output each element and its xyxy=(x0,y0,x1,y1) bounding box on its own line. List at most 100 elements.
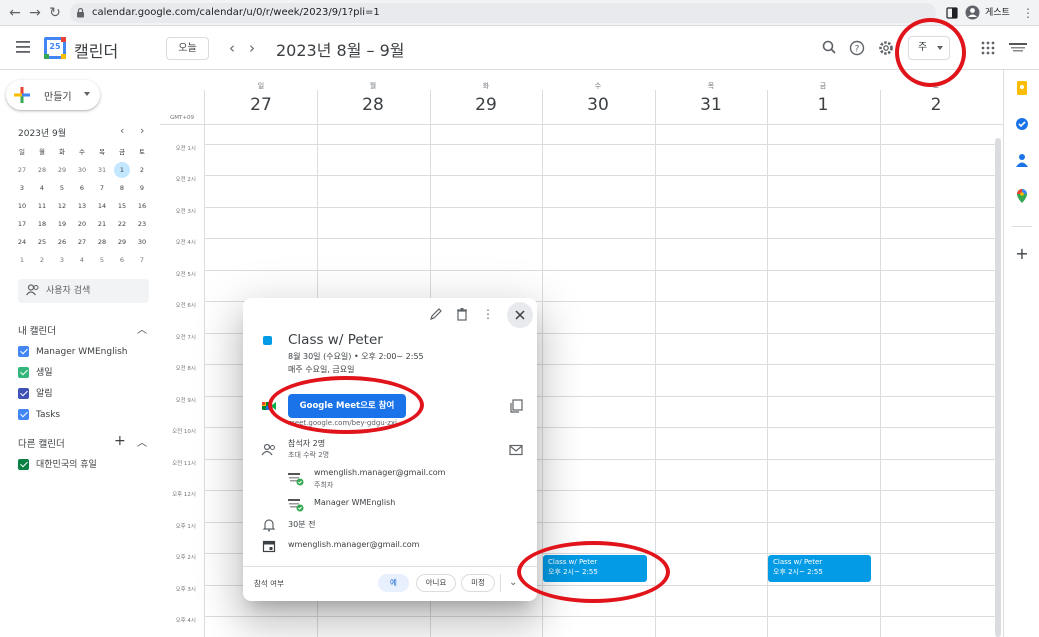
mini-date-cell[interactable]: 11 xyxy=(32,198,52,214)
keep-icon[interactable] xyxy=(1014,80,1030,96)
day-number[interactable]: 1 xyxy=(767,95,879,115)
mini-date-cell[interactable]: 26 xyxy=(52,234,72,250)
close-button[interactable] xyxy=(507,302,533,328)
mini-date-cell[interactable]: 1 xyxy=(12,252,32,268)
help-icon[interactable]: ? xyxy=(847,38,867,58)
day-number[interactable]: 29 xyxy=(430,95,542,115)
mini-date-cell[interactable]: 27 xyxy=(72,234,92,250)
sidepanel-icon[interactable] xyxy=(946,7,958,19)
grid-scrollbar[interactable] xyxy=(995,138,1001,637)
mini-next-chevron-icon[interactable]: › xyxy=(140,124,144,137)
checkbox[interactable] xyxy=(18,459,29,470)
mini-date-cell[interactable]: 14 xyxy=(92,198,112,214)
profile-avatar-icon[interactable] xyxy=(965,5,980,20)
mini-date-cell[interactable]: 9 xyxy=(132,180,152,196)
mini-date-cell[interactable]: 5 xyxy=(52,180,72,196)
next-week-chevron-icon[interactable]: › xyxy=(245,39,259,57)
address-bar[interactable]: calendar.google.com/calendar/u/0/r/week/… xyxy=(70,3,936,23)
contacts-icon[interactable] xyxy=(1014,152,1030,168)
rsvp-maybe-button[interactable]: 미정 xyxy=(461,574,495,592)
reload-icon[interactable]: ↻ xyxy=(46,4,64,22)
rsvp-no-button[interactable]: 아니요 xyxy=(416,574,456,592)
prev-week-chevron-icon[interactable]: ‹ xyxy=(225,39,239,57)
mini-date-cell[interactable]: 8 xyxy=(112,180,132,196)
collapse-chevron-icon[interactable]: ︿ xyxy=(137,434,147,449)
my-calendars-title[interactable]: 내 캘린더 xyxy=(18,323,56,337)
day-number[interactable]: 2 xyxy=(880,95,992,115)
mini-date-cell[interactable]: 31 xyxy=(92,162,112,178)
mini-date-cell[interactable]: 23 xyxy=(132,216,152,232)
mini-date-cell[interactable]: 28 xyxy=(92,234,112,250)
mini-date-cell[interactable]: 5 xyxy=(92,252,112,268)
delete-trash-icon[interactable] xyxy=(454,306,470,322)
maps-icon[interactable] xyxy=(1014,188,1030,204)
mini-date-cell[interactable]: 28 xyxy=(32,162,52,178)
mini-date-cell[interactable]: 1 xyxy=(114,162,130,178)
search-icon[interactable] xyxy=(820,38,840,58)
more-options-icon[interactable]: ⋮ xyxy=(480,306,496,322)
calendar-logo-icon[interactable]: 25 xyxy=(44,37,66,59)
copy-icon[interactable] xyxy=(508,398,524,414)
mini-date-cell[interactable]: 2 xyxy=(32,252,52,268)
mini-date-cell[interactable]: 18 xyxy=(32,216,52,232)
settings-gear-icon[interactable] xyxy=(876,38,896,58)
mini-date-cell[interactable]: 7 xyxy=(92,180,112,196)
checkbox[interactable] xyxy=(18,388,29,399)
mini-date-cell[interactable]: 29 xyxy=(112,234,132,250)
mini-date-cell[interactable]: 19 xyxy=(52,216,72,232)
mini-date-cell[interactable]: 4 xyxy=(32,180,52,196)
mini-date-cell[interactable]: 29 xyxy=(52,162,72,178)
collapse-chevron-icon[interactable]: ︿ xyxy=(137,321,147,336)
profile-label[interactable]: 게스트 xyxy=(985,4,1010,22)
mini-date-cell[interactable]: 12 xyxy=(52,198,72,214)
other-calendars-title[interactable]: 다른 캘린더 xyxy=(18,436,65,450)
checkbox[interactable] xyxy=(18,346,29,357)
event-chip[interactable]: Class w/ Peter 오후 2시~ 2:55 xyxy=(768,555,871,582)
mini-prev-chevron-icon[interactable]: ‹ xyxy=(120,124,124,137)
day-number[interactable]: 31 xyxy=(655,95,767,115)
email-guests-icon[interactable] xyxy=(508,442,524,458)
apps-grid-icon[interactable] xyxy=(978,38,998,58)
day-number[interactable]: 30 xyxy=(542,95,654,115)
mini-date-cell[interactable]: 6 xyxy=(72,180,92,196)
back-icon[interactable]: ← xyxy=(6,4,24,22)
edit-pencil-icon[interactable] xyxy=(428,306,444,322)
mini-date-cell[interactable]: 16 xyxy=(132,198,152,214)
mini-weekday: 금 xyxy=(119,148,125,156)
mini-date-cell[interactable]: 22 xyxy=(112,216,132,232)
today-button[interactable]: 오늘 xyxy=(166,37,209,60)
mini-date-cell[interactable]: 24 xyxy=(12,234,32,250)
checkbox[interactable] xyxy=(18,409,29,420)
mini-date-cell[interactable]: 27 xyxy=(12,162,32,178)
checkbox[interactable] xyxy=(18,367,29,378)
mini-date-cell[interactable]: 13 xyxy=(72,198,92,214)
mini-date-cell[interactable]: 17 xyxy=(12,216,32,232)
day-number[interactable]: 27 xyxy=(205,95,317,115)
mini-date-cell[interactable]: 2 xyxy=(132,162,152,178)
day-number[interactable]: 28 xyxy=(317,95,429,115)
mini-date-cell[interactable]: 30 xyxy=(72,162,92,178)
add-calendar-plus-icon[interactable]: + xyxy=(114,433,126,449)
tasks-icon[interactable] xyxy=(1014,116,1030,132)
add-addon-plus-icon[interactable]: + xyxy=(1014,246,1030,262)
forward-icon[interactable]: → xyxy=(26,4,44,22)
hamburger-menu-icon[interactable] xyxy=(16,41,30,53)
mini-date-cell[interactable]: 10 xyxy=(12,198,32,214)
hour-label: 오전 9시 xyxy=(175,398,196,404)
browser-menu-icon[interactable]: ⋮ xyxy=(1019,4,1037,22)
mini-date-cell[interactable]: 4 xyxy=(72,252,92,268)
rsvp-yes-button[interactable]: 예 xyxy=(378,574,409,592)
mini-date-cell[interactable]: 3 xyxy=(12,180,32,196)
mini-date-cell[interactable]: 30 xyxy=(132,234,152,250)
rsvp-label: 참석 여부 xyxy=(254,579,284,588)
mini-date-cell[interactable]: 25 xyxy=(32,234,52,250)
mini-date-cell[interactable]: 21 xyxy=(92,216,112,232)
account-logo-icon[interactable] xyxy=(1008,41,1028,54)
mini-date-cell[interactable]: 7 xyxy=(132,252,152,268)
mini-date-cell[interactable]: 3 xyxy=(52,252,72,268)
plus-colored-icon xyxy=(14,87,30,103)
mini-date-cell[interactable]: 6 xyxy=(112,252,132,268)
mini-date-cell[interactable]: 15 xyxy=(112,198,132,214)
mini-date-cell[interactable]: 20 xyxy=(72,216,92,232)
rsvp-more-chevron-icon[interactable]: ⌄ xyxy=(509,577,517,588)
